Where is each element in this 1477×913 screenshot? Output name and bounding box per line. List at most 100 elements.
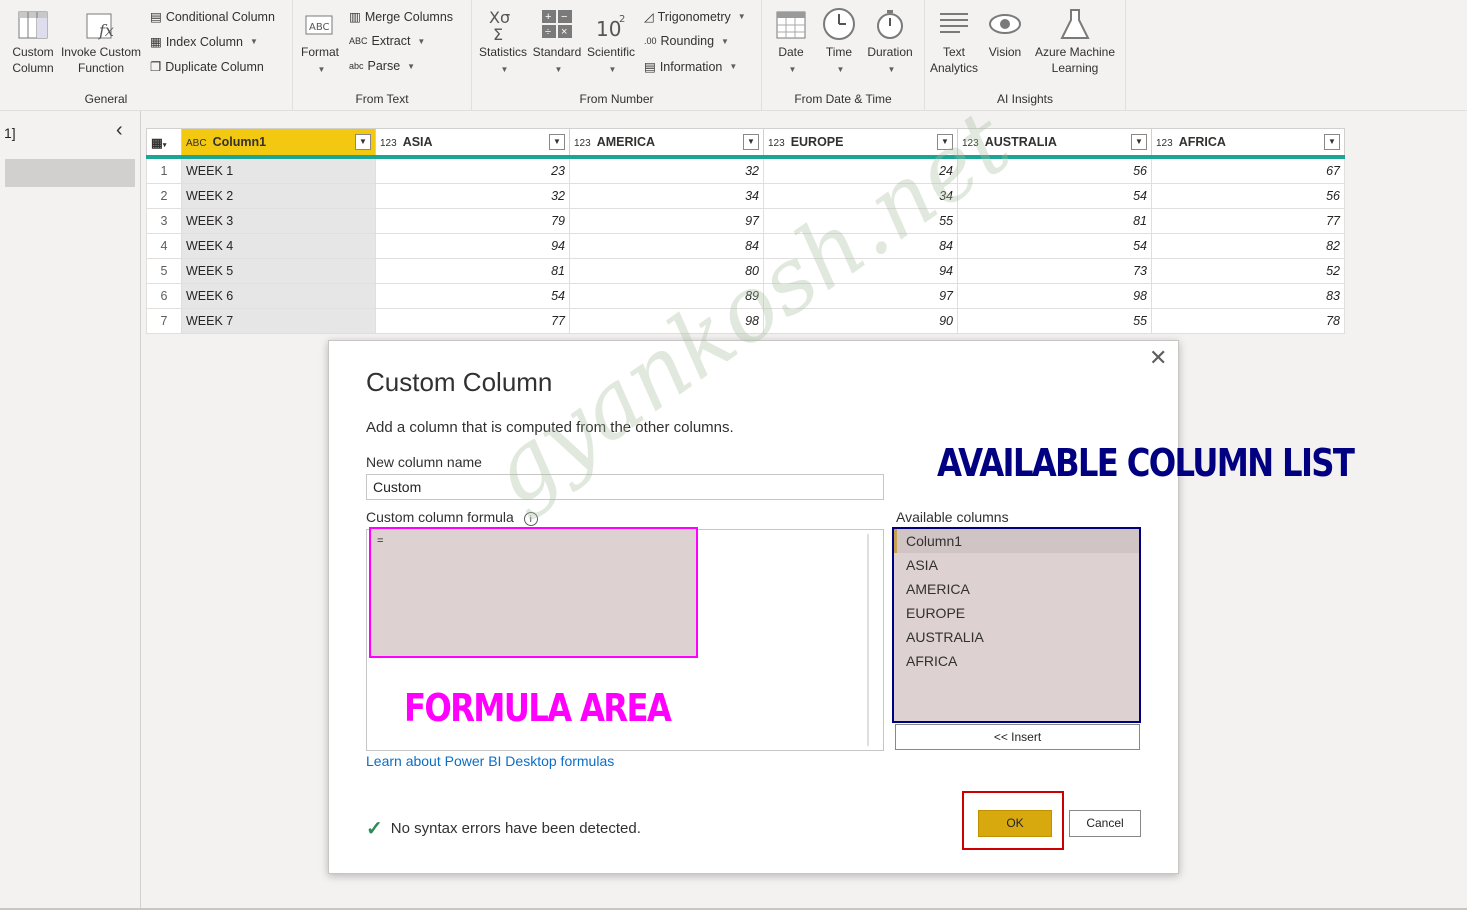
number-type-icon: 123 [380,138,397,149]
standard-button[interactable]: + − ÷ × Standard ▼ [530,6,584,78]
list-item[interactable]: Column1 [894,529,1139,553]
column-header-asia[interactable]: 123 ASIA ▼ [375,128,570,159]
chevron-down-icon: ▼ [729,62,738,71]
svg-text:10: 10 [596,17,621,41]
table-icon: ▦ [151,135,163,150]
ribbon-group-general: Custom Column fx Invoke Custom Function … [0,0,293,110]
svg-text:−: − [561,11,567,23]
flask-icon [1060,9,1090,39]
bottom-border [0,908,1467,910]
list-item[interactable]: EUROPE [894,601,1139,625]
duplicate-column-button[interactable]: ❐ Duplicate Column [150,59,264,75]
chevron-down-icon[interactable]: ▼ [1324,134,1340,150]
format-button[interactable]: ABC Format ▼ [299,6,341,78]
date-button[interactable]: Date ▼ [766,6,816,78]
new-column-name-label: New column name [366,454,482,470]
column-header-africa[interactable]: 123 AFRICA ▼ [1151,128,1345,159]
invoke-custom-function-button[interactable]: fx Invoke Custom Function [58,6,144,76]
svg-text:fx: fx [98,21,114,40]
formula-area-highlight: = [369,527,698,658]
stopwatch-icon [877,10,903,39]
merge-columns-icon: ▥ [349,10,361,24]
trigonometry-button[interactable]: ◿ Trigonometry ▼ [644,9,746,25]
table-row: 3 WEEK 3 79 97 55 81 77 [146,208,1345,234]
svg-text:÷: ÷ [545,26,551,38]
chevron-down-icon: ▼ [887,65,896,74]
query-item[interactable] [5,159,135,187]
chevron-down-icon: ▼ [417,36,426,46]
custom-column-icon [18,11,48,39]
svg-text:Σ: Σ [493,25,503,42]
chevron-down-icon: ▼ [737,12,746,21]
parse-icon: abc [349,61,364,71]
column-header-column1[interactable]: ABC Column1 ▼ [181,128,376,159]
new-column-name-input[interactable]: Custom [366,474,884,500]
chevron-down-icon: ▼ [407,61,416,71]
dialog-title: Custom Column [366,367,553,397]
chevron-down-icon: ▼ [249,37,258,46]
collapse-pane-icon[interactable]: ‹ [116,119,123,142]
group-label-text: From Text [355,92,409,106]
queries-pane-label: 1] [4,125,16,141]
rounding-button[interactable]: .00 Rounding ▼ [644,34,729,48]
chevron-down-icon: ▼ [788,65,797,74]
number-type-icon: 123 [1156,138,1173,149]
chevron-down-icon[interactable]: ▼ [549,134,565,150]
right-edge [1467,0,1477,913]
insert-button[interactable]: << Insert [895,724,1140,750]
close-icon[interactable]: ✕ [1149,345,1167,371]
information-button[interactable]: ▤ Information ▼ [644,59,738,75]
vision-button[interactable]: Vision [983,6,1027,60]
chevron-down-icon: ▼ [836,65,845,74]
list-item[interactable]: AMERICA [894,577,1139,601]
column-header-america[interactable]: 123 AMERICA ▼ [569,128,764,159]
chevron-down-icon[interactable]: ▼ [1131,134,1147,150]
extract-icon: ABC [349,36,368,46]
table-menu[interactable]: ▦▾ [146,128,182,159]
index-column-icon: ▦ [150,35,162,49]
time-button[interactable]: Time ▼ [816,6,862,78]
ribbon-group-datetime: Date ▼ Time ▼ Duration ▼ From Date & Time [762,0,925,110]
duration-button[interactable]: Duration ▼ [862,6,918,78]
ribbon-group-number: Χσ Σ Statistics ▼ + − ÷ × Standard ▼ 10 2 Scien… [472,0,762,110]
calculator-icon: + −÷ × [542,10,572,38]
ok-button[interactable]: OK [978,810,1052,837]
custom-column-button[interactable]: Custom Column [6,6,60,76]
calendar-icon [776,11,806,39]
svg-text:2: 2 [619,14,625,25]
conditional-column-button[interactable]: ▤ Conditional Column [150,9,275,25]
statistics-button[interactable]: Χσ Σ Statistics ▼ [476,6,530,78]
merge-columns-button[interactable]: ▥ Merge Columns [349,9,453,25]
list-item[interactable]: ASIA [894,553,1139,577]
statistics-icon: ΧσΣ [489,8,510,42]
formula-text[interactable]: = [377,535,383,547]
parse-button[interactable]: abc Parse ▼ [349,59,415,73]
text-analytics-button[interactable]: Text Analytics [927,6,981,76]
conditional-column-icon: ▤ [150,10,162,24]
formula-scrollbar[interactable] [867,534,869,746]
duplicate-column-icon: ❐ [150,60,162,74]
group-label-datetime: From Date & Time [794,92,892,106]
scientific-button[interactable]: 10 2 Scientific ▼ [584,6,638,78]
rounding-icon: .00 [644,36,657,46]
trigonometry-icon: ◿ [644,10,654,24]
syntax-status: ✓ No syntax errors have been detected. [366,818,641,840]
list-item[interactable]: AUSTRALIA [894,625,1139,649]
index-column-button[interactable]: ▦ Index Column ▼ [150,34,258,50]
list-item[interactable]: AFRICA [894,649,1139,673]
ribbon: Custom Column fx Invoke Custom Function … [0,0,1467,111]
ribbon-group-ai: Text Analytics Vision Azure Machine Lear… [925,0,1126,110]
learn-formulas-link[interactable]: Learn about Power BI Desktop formulas [366,753,614,769]
chevron-down-icon[interactable]: ▼ [743,134,759,150]
chevron-down-icon: ▼ [721,36,729,46]
number-type-icon: 123 [574,138,591,149]
scientific-icon: 102 [596,14,625,41]
custom-column-dialog: ✕ Custom Column Add a column that is com… [328,340,1355,874]
cancel-button[interactable]: Cancel [1069,810,1141,837]
azure-ml-button[interactable]: Azure Machine Learning [1029,6,1121,76]
chevron-down-icon: ▼ [317,65,326,74]
svg-text:+: + [545,11,551,23]
chevron-down-icon: ▼ [608,65,617,74]
chevron-down-icon[interactable]: ▼ [355,134,371,150]
extract-button[interactable]: ABC Extract ▼ [349,34,425,48]
